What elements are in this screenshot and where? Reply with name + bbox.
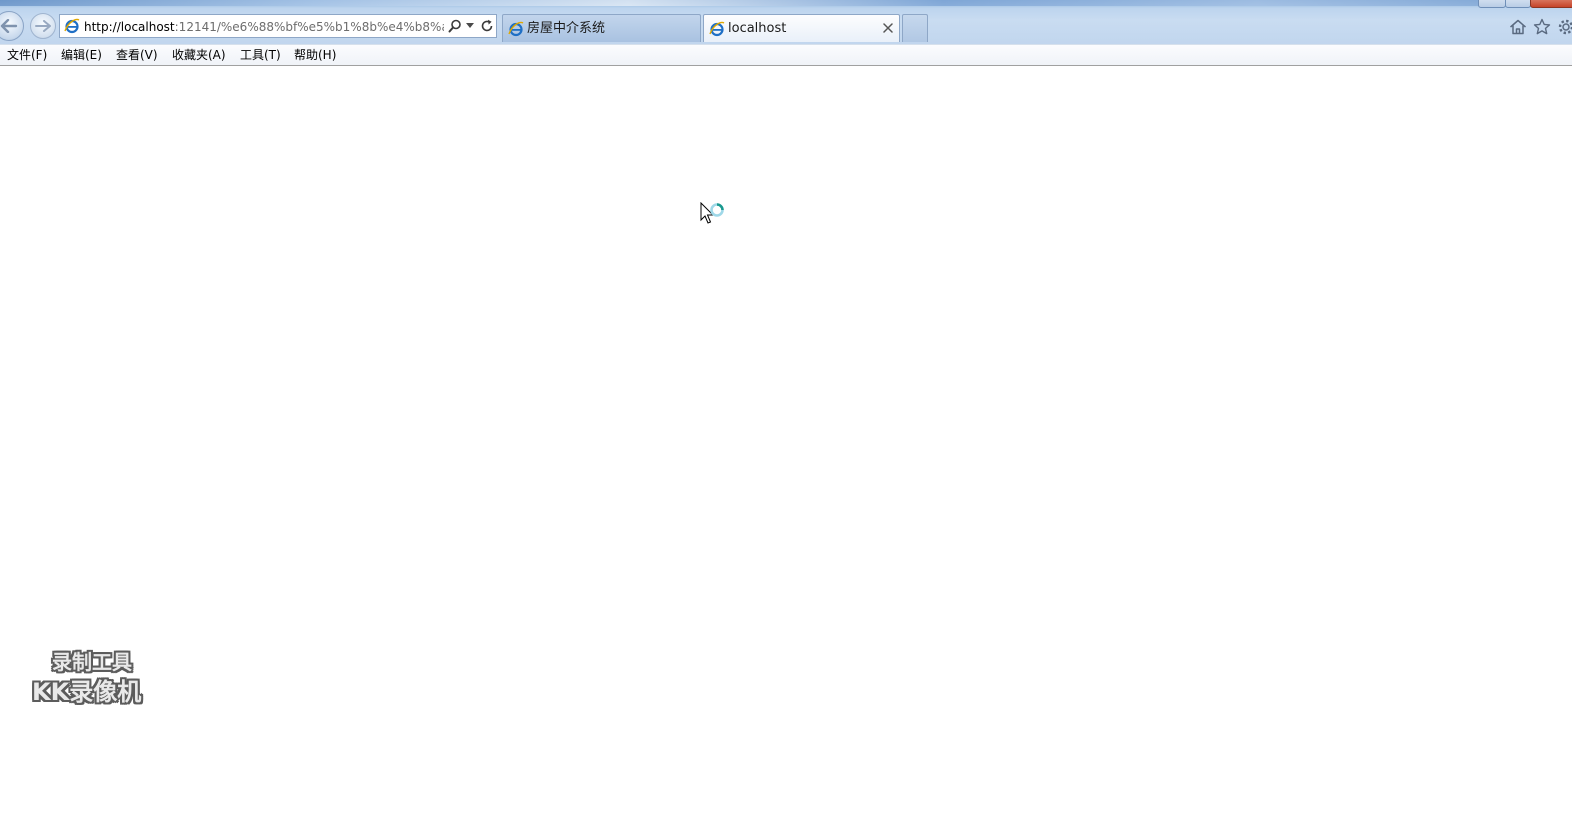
settings-gear-icon — [1558, 19, 1572, 35]
ie-icon — [709, 21, 725, 37]
forward-icon — [35, 20, 51, 32]
window-close-button[interactable] — [1530, 0, 1572, 8]
menu-view[interactable]: 查看(V) — [116, 48, 158, 63]
forward-button[interactable] — [30, 13, 56, 39]
settings-button[interactable] — [1556, 17, 1572, 37]
window-controls — [1478, 0, 1572, 8]
tab-house-agency[interactable]: 房屋中介系统 — [502, 14, 701, 42]
address-input[interactable]: http://localhost:12141/%e6%88%bf%e5%b1%8… — [84, 18, 444, 36]
menu-file[interactable]: 文件(F) — [7, 48, 47, 63]
menu-favorites[interactable]: 收藏夹(A) — [172, 48, 226, 63]
tab-localhost[interactable]: localhost — [703, 14, 900, 42]
title-glow — [0, 0, 1572, 6]
close-icon[interactable] — [883, 23, 893, 33]
tab-label: 房屋中介系统 — [527, 21, 606, 36]
recording-watermark: 录制工具 KK录像机 — [30, 649, 170, 713]
refresh-icon[interactable] — [480, 19, 494, 33]
browser-chrome: http://localhost:12141/%e6%88%bf%e5%b1%8… — [0, 0, 1572, 44]
ie-icon — [508, 21, 524, 37]
search-icon[interactable] — [448, 19, 462, 33]
menu-help[interactable]: 帮助(H) — [294, 48, 336, 63]
watermark-line-1: 录制工具 — [52, 650, 132, 674]
menu-tools[interactable]: 工具(T) — [240, 48, 281, 63]
minimize-button[interactable] — [1478, 0, 1506, 8]
tab-label: localhost — [728, 21, 787, 36]
command-tools — [1508, 17, 1572, 37]
address-bar[interactable]: http://localhost:12141/%e6%88%bf%e5%b1%8… — [59, 14, 497, 38]
browser-window: http://localhost:12141/%e6%88%bf%e5%b1%8… — [0, 0, 1572, 830]
back-button[interactable] — [0, 11, 24, 41]
url-path: :12141/%e6%88%bf%e5%b1%8b%e4%b8%ad% — [174, 20, 444, 34]
menu-edit[interactable]: 编辑(E) — [61, 48, 102, 63]
favorites-star-icon — [1533, 18, 1551, 35]
home-icon — [1510, 19, 1526, 35]
maximize-button[interactable] — [1505, 0, 1531, 8]
url-host: http://localhost — [84, 20, 175, 34]
busy-cursor-icon — [700, 202, 724, 224]
menu-bar: 文件(F) 编辑(E) 查看(V) 收藏夹(A) 工具(T) 帮助(H) — [0, 44, 1572, 66]
page-content[interactable]: 录制工具 KK录像机 — [0, 66, 1572, 830]
favorites-button[interactable] — [1532, 17, 1552, 37]
home-button[interactable] — [1508, 17, 1528, 37]
back-icon — [0, 19, 18, 33]
dropdown-icon[interactable] — [466, 23, 474, 29]
ie-icon — [64, 18, 80, 34]
new-tab-button[interactable] — [902, 14, 928, 42]
watermark-line-2: KK录像机 — [32, 678, 142, 706]
